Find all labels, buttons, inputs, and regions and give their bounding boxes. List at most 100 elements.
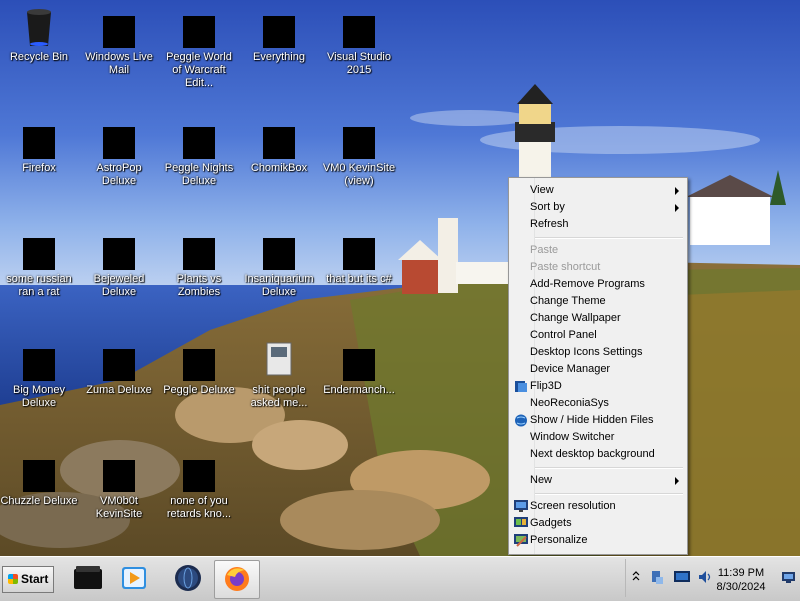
peggle-icon xyxy=(177,337,221,381)
context-menu-item-show-hide-hidden-files[interactable]: Show / Hide Hidden Files xyxy=(530,412,685,429)
context-menu-item-sort-by[interactable]: Sort by xyxy=(530,199,685,216)
desktop-icon[interactable]: Peggle Nights Deluxe xyxy=(160,115,238,188)
redacted-icon-block xyxy=(263,127,295,159)
context-menu-item-label: Gadgets xyxy=(530,517,572,529)
desktop-icon-label: VM0b0t KevinSite xyxy=(95,495,143,520)
context-menu-item-desktop-icons-settings[interactable]: Desktop Icons Settings xyxy=(530,344,685,361)
desktop-icon[interactable]: some russian ran a rat xyxy=(0,226,78,299)
desktop-icon-label: none of you retards kno... xyxy=(166,495,232,520)
monitor-icon[interactable] xyxy=(674,571,690,586)
desktop-icon[interactable]: Peggle World of Warcraft Edit... xyxy=(160,4,238,90)
desktop-icon[interactable]: Chuzzle Deluxe xyxy=(0,448,78,508)
context-menu-item-label: Flip3D xyxy=(530,380,562,392)
redacted-icon-block xyxy=(343,238,375,270)
zuma-icon xyxy=(97,337,141,381)
context-menu-item-label: Sort by xyxy=(530,201,565,213)
desktop-icon[interactable]: ChomikBox xyxy=(240,115,318,175)
context-menu-item-change-wallpaper[interactable]: Change Wallpaper xyxy=(530,310,685,327)
globe-browser-icon xyxy=(175,565,201,591)
redacted-icon-block xyxy=(183,16,215,48)
context-menu-item-new[interactable]: New xyxy=(530,472,685,489)
desktop-icon-label: Peggle Deluxe xyxy=(163,384,235,396)
desktop-icon[interactable]: Everything xyxy=(240,4,318,64)
desktop-icon-label: that but its c# xyxy=(326,273,392,285)
peggle-icon xyxy=(177,115,221,159)
globe-icon xyxy=(514,414,528,427)
context-menu-item-gadgets[interactable]: Gadgets xyxy=(530,515,685,532)
taskbar-file-explorer[interactable] xyxy=(66,560,110,597)
context-menu-item-screen-resolution[interactable]: Screen resolution xyxy=(530,498,685,515)
desktop-icon[interactable]: VM0 KevinSite (view) xyxy=(320,115,398,188)
context-menu-item-change-theme[interactable]: Change Theme xyxy=(530,293,685,310)
desktop-icon[interactable]: shit people asked me... xyxy=(240,337,318,410)
desktop-icon-label: Windows Live Mail xyxy=(85,51,153,76)
show-hidden-icons-chevron[interactable] xyxy=(632,570,640,585)
desktop-icon[interactable]: AstroPop Deluxe xyxy=(80,115,158,188)
desktop-icon[interactable]: Big Money Deluxe xyxy=(0,337,78,410)
context-menu-item-flip3d[interactable]: Flip3D xyxy=(530,378,685,395)
context-menu-item-paste-shortcut: Paste shortcut xyxy=(530,259,685,276)
desktop-icon[interactable]: Recycle Bin xyxy=(0,4,78,64)
desktop-icon-label: Plants vs Zombies xyxy=(176,273,222,298)
context-menu-item-refresh[interactable]: Refresh xyxy=(530,216,685,233)
context-menu-item-label: Control Panel xyxy=(530,329,597,341)
taskbar-media-player[interactable] xyxy=(112,560,156,597)
desktop-icon[interactable]: VM0b0t KevinSite xyxy=(80,448,158,521)
context-menu-item-view[interactable]: View xyxy=(530,182,685,199)
chomikbox-icon xyxy=(257,115,301,159)
desktop-icon[interactable]: Plants vs Zombies xyxy=(160,226,238,299)
flip3d-icon xyxy=(514,380,528,393)
context-menu-item-label: Window Switcher xyxy=(530,431,615,443)
personalize-icon xyxy=(514,534,528,547)
context-menu-item-device-manager[interactable]: Device Manager xyxy=(530,361,685,378)
desktop-icon-label: Recycle Bin xyxy=(9,51,69,63)
context-menu-separator xyxy=(535,237,683,239)
fish-icon xyxy=(257,226,301,270)
desktop-icon[interactable]: Visual Studio 2015 xyxy=(320,4,398,77)
redacted-icon-block xyxy=(343,349,375,381)
network-icon[interactable] xyxy=(650,569,664,588)
desktop-icon[interactable]: Firefox xyxy=(0,115,78,175)
taskbar-firefox[interactable] xyxy=(214,560,260,599)
submenu-arrow-icon xyxy=(675,187,679,195)
windows-logo-icon xyxy=(8,574,18,584)
desktop-icon[interactable]: Peggle Deluxe xyxy=(160,337,238,397)
desktop-icon[interactable]: Bejeweled Deluxe xyxy=(80,226,158,299)
desktop-icon-label: Peggle Nights Deluxe xyxy=(164,162,234,187)
system-tray: 11:39 PM 8/30/2024 xyxy=(625,559,799,597)
redacted-icon-block xyxy=(23,460,55,492)
context-menu-item-personalize[interactable]: Personalize xyxy=(530,532,685,549)
action-center-icon[interactable] xyxy=(782,571,796,587)
context-menu-item-add-remove-programs[interactable]: Add-Remove Programs xyxy=(530,276,685,293)
gadgets-icon xyxy=(514,517,528,530)
context-menu-item-label: Next desktop background xyxy=(530,448,655,460)
peggle-icon xyxy=(177,448,221,492)
context-menu-separator xyxy=(535,467,683,469)
context-menu-item-window-switcher[interactable]: Window Switcher xyxy=(530,429,685,446)
redacted-icon-block xyxy=(183,349,215,381)
redacted-icon-block xyxy=(263,16,295,48)
clock[interactable]: 11:39 PM 8/30/2024 xyxy=(706,566,776,594)
taskbar-browser[interactable] xyxy=(166,560,210,597)
desktop-icon-label: Everything xyxy=(253,51,305,63)
context-menu-item-label: Add-Remove Programs xyxy=(530,278,645,290)
context-menu-item-label: Paste shortcut xyxy=(530,261,601,273)
desktop-icon[interactable]: that but its c# xyxy=(320,226,398,286)
clock-time: 11:39 PM xyxy=(717,567,765,579)
clock-date: 8/30/2024 xyxy=(716,581,766,593)
desktop-context-menu: View Sort by Refresh Paste Paste shortcut Add… xyxy=(508,177,688,555)
desktop-icon-label: ChomikBox xyxy=(250,162,308,174)
submenu-arrow-icon xyxy=(675,204,679,212)
desktop-icon[interactable]: Insaniquarium Deluxe xyxy=(240,226,318,299)
desktop-icon[interactable]: Windows Live Mail xyxy=(80,4,158,77)
context-menu-item-control-panel[interactable]: Control Panel xyxy=(530,327,685,344)
context-menu-item-neoreconiasys[interactable]: NeoReconiaSys xyxy=(530,395,685,412)
desktop-icon[interactable]: Endermanch... xyxy=(320,337,398,397)
redacted-icon-block xyxy=(23,349,55,381)
desktop-icon-label: Bejeweled Deluxe xyxy=(93,273,145,298)
desktop-icon[interactable]: Zuma Deluxe xyxy=(80,337,158,397)
desktop-icon[interactable]: none of you retards kno... xyxy=(160,448,238,521)
context-menu-item-next-desktop-background[interactable]: Next desktop background xyxy=(530,446,685,463)
start-button[interactable]: Start xyxy=(2,566,54,593)
redacted-icon-block xyxy=(343,16,375,48)
